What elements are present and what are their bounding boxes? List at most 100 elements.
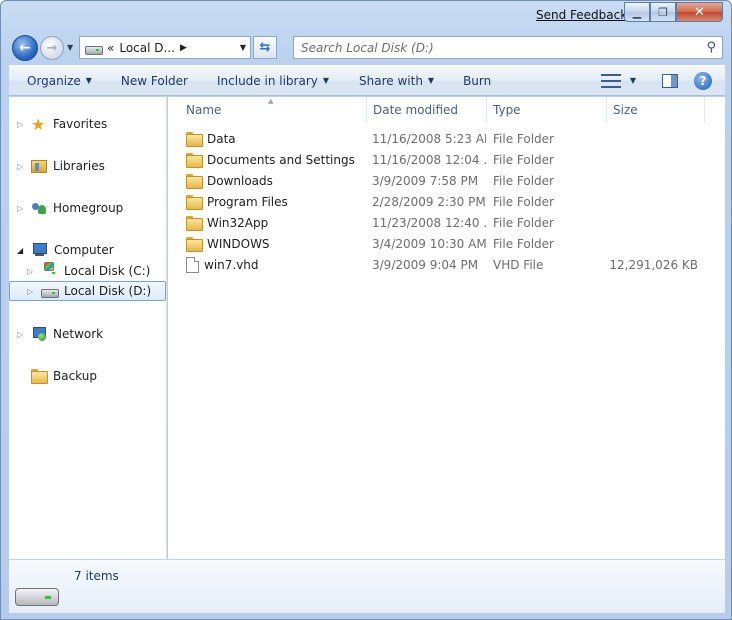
file-name: Downloads	[207, 173, 273, 188]
file-name: Win32App	[207, 215, 269, 230]
date-cell: 3/9/2009 9:04 PM	[372, 257, 479, 272]
column-header-size[interactable]: Size	[607, 97, 705, 123]
system-drive-icon	[41, 262, 58, 277]
expand-arrow-icon[interactable]: ▷	[27, 267, 35, 276]
column-header-name[interactable]: Name	[180, 97, 367, 123]
maximize-icon: ❐	[658, 5, 668, 19]
expand-arrow-icon[interactable]: ▷	[17, 120, 25, 129]
collapse-arrow-icon[interactable]: ◢	[17, 246, 25, 255]
preview-pane-icon[interactable]	[662, 73, 678, 88]
chevron-down-icon: ▼	[85, 76, 92, 85]
file-name-cell: Downloads	[186, 170, 366, 191]
type-cell: File Folder	[493, 194, 554, 209]
column-header-label: Type	[493, 103, 521, 117]
magnifier-icon[interactable]: ⚲	[706, 40, 716, 55]
sidebar-item-computer[interactable]: ◢ Computer	[17, 240, 114, 260]
type-cell: File Folder	[493, 215, 554, 230]
file-name-cell: Documents and Settings	[186, 149, 366, 170]
details-pane: 7 items	[9, 559, 725, 613]
drive-icon	[85, 42, 103, 55]
address-dropdown-icon[interactable]: ▼	[240, 43, 246, 52]
sidebar-item-local-disk-c[interactable]: ▷ Local Disk (C:)	[27, 261, 150, 281]
folder-icon	[186, 236, 203, 252]
size-cell	[608, 170, 698, 191]
include-in-library-button[interactable]: Include in library ▼	[197, 66, 338, 95]
type-cell: File Folder	[493, 152, 554, 167]
size-cell	[608, 128, 698, 149]
send-feedback-link[interactable]: Send Feedback	[536, 8, 627, 22]
back-button[interactable]: ←	[12, 35, 38, 61]
size-cell	[608, 149, 698, 170]
new-folder-label: New Folder	[120, 73, 188, 88]
sidebar-item-libraries[interactable]: ▷ Libraries	[17, 156, 105, 176]
folder-icon	[186, 194, 203, 210]
sidebar-item-network[interactable]: ▷ Network	[17, 324, 103, 344]
column-header-label: Date modified	[373, 103, 459, 117]
type-cell: File Folder	[493, 236, 554, 251]
burn-button[interactable]: Burn	[443, 66, 500, 95]
table-row[interactable]: Downloads 3/9/2009 7:58 PM File Folder	[168, 170, 725, 191]
burn-label: Burn	[463, 73, 492, 88]
file-name-cell: win7.vhd	[186, 254, 366, 275]
sidebar-item-homegroup[interactable]: ▷ Homegroup	[17, 198, 123, 218]
address-bar[interactable]: « Local D... ▶ ▼	[79, 36, 251, 59]
expand-arrow-icon[interactable]: ▷	[17, 330, 25, 339]
explorer-window: Send Feedback ▁ ❐ ✕ ← → ▼ « Local D... ▶…	[0, 0, 732, 620]
refresh-button[interactable]: ⇆	[253, 36, 277, 59]
table-row[interactable]: Data 11/16/2008 5:23 AM File Folder	[168, 128, 725, 149]
navigation-pane[interactable]: ▷ ★ Favorites ▷ Libraries ▷ Homegroup ◢ …	[9, 97, 167, 559]
table-row[interactable]: Win32App 11/23/2008 12:40 ... File Folde…	[168, 212, 725, 233]
crumb-separator-arrow-icon[interactable]: ▶	[180, 43, 187, 53]
views-icon	[600, 73, 621, 88]
date-cell: 11/23/2008 12:40 ...	[372, 215, 486, 230]
table-row[interactable]: WINDOWS 3/4/2009 10:30 AM File Folder	[168, 233, 725, 254]
size-cell	[608, 191, 698, 212]
sidebar-item-label: Local Disk (D:)	[64, 284, 152, 298]
share-with-button[interactable]: Share with ▼	[338, 66, 443, 95]
column-header-label: Name	[186, 103, 222, 117]
homegroup-icon	[31, 201, 47, 216]
close-button[interactable]: ✕	[676, 2, 723, 22]
expand-arrow-icon[interactable]: ▷	[17, 204, 25, 213]
libraries-icon	[31, 159, 47, 173]
column-header-type[interactable]: Type	[487, 97, 607, 123]
maximize-button[interactable]: ❐	[650, 2, 676, 22]
sidebar-item-local-disk-d[interactable]: ▷ Local Disk (D:)	[9, 281, 166, 301]
file-name: Program Files	[207, 194, 288, 209]
date-cell: 11/16/2008 5:23 AM	[372, 131, 486, 146]
sidebar-item-favorites[interactable]: ▷ ★ Favorites	[17, 114, 107, 134]
change-view-button[interactable]: ▼	[597, 66, 640, 95]
expand-arrow-icon[interactable]: ▷	[17, 162, 25, 171]
recent-pages-dropdown[interactable]: ▼	[67, 43, 73, 52]
command-bar: Organize ▼ New Folder Include in library…	[9, 65, 725, 96]
search-input[interactable]	[301, 40, 701, 55]
address-overflow-chevron[interactable]: «	[107, 41, 114, 55]
forward-button[interactable]: →	[40, 36, 64, 60]
file-name: Documents and Settings	[207, 152, 355, 167]
file-list[interactable]: ▲ Name Date modified Type Size Data 11/1…	[168, 97, 725, 559]
minimize-button[interactable]: ▁	[624, 2, 650, 22]
size-cell	[608, 212, 698, 233]
chevron-down-icon: ▼	[427, 76, 435, 85]
file-name-cell: WINDOWS	[186, 233, 366, 254]
address-crumb-local-disk[interactable]: Local D...	[119, 41, 175, 55]
network-icon	[31, 326, 47, 342]
new-folder-button[interactable]: New Folder	[101, 66, 197, 95]
folder-icon	[186, 131, 203, 147]
organize-button[interactable]: Organize ▼	[9, 66, 101, 95]
include-in-library-label: Include in library	[217, 73, 318, 88]
table-row[interactable]: win7.vhd 3/9/2009 9:04 PM VHD File 12,29…	[168, 254, 725, 275]
minimize-icon: ▁	[632, 5, 642, 19]
sidebar-item-label: Network	[53, 327, 104, 341]
table-row[interactable]: Program Files 2/28/2009 2:30 PM File Fol…	[168, 191, 725, 212]
table-row[interactable]: Documents and Settings 11/16/2008 12:04 …	[168, 149, 725, 170]
file-name: Data	[207, 131, 236, 146]
help-icon[interactable]: ?	[694, 71, 712, 90]
sidebar-item-backup[interactable]: Backup	[31, 366, 97, 386]
expand-arrow-icon[interactable]: ▷	[27, 287, 35, 296]
column-header-date-modified[interactable]: Date modified	[367, 97, 487, 123]
forward-arrow-icon: →	[46, 40, 58, 56]
folder-icon	[186, 152, 203, 168]
sidebar-item-label: Backup	[53, 369, 97, 383]
search-box[interactable]: ⚲	[293, 36, 723, 59]
